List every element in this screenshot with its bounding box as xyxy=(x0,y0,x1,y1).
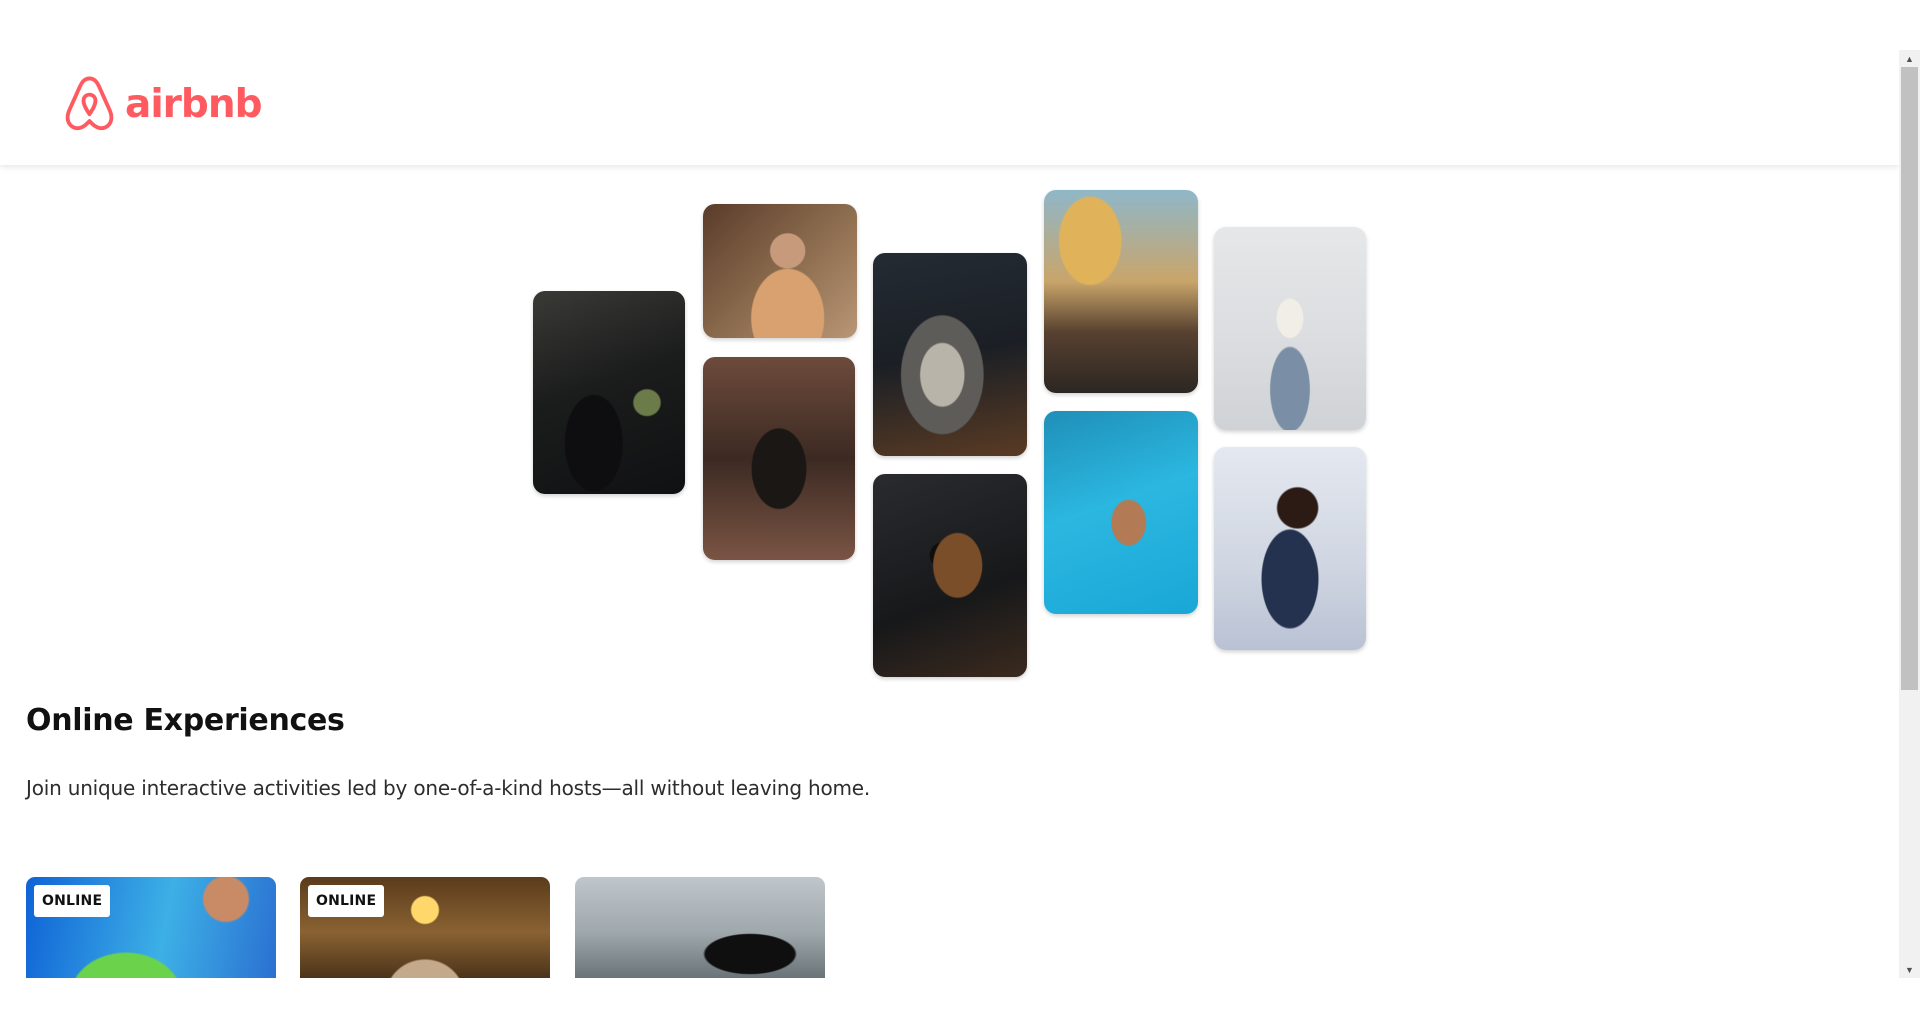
section-description: Join unique interactive activities led b… xyxy=(26,776,871,800)
scrollbar-thumb[interactable] xyxy=(1901,67,1918,690)
food-bowl-photo xyxy=(873,253,1027,456)
singer-photo xyxy=(1214,447,1366,650)
airbnb-logo-link[interactable]: airbnb xyxy=(62,75,263,133)
airbnb-belo-icon xyxy=(65,76,114,131)
experience-card[interactable] xyxy=(575,877,825,978)
section-title: Online Experiences xyxy=(26,703,345,738)
yoga-photo xyxy=(1214,227,1366,430)
cooking-photo xyxy=(533,291,685,494)
experience-card[interactable]: ONLINE xyxy=(300,877,550,978)
experience-card[interactable]: ONLINE xyxy=(26,877,276,978)
top-navbar: airbnb xyxy=(0,50,1899,165)
piano-microphone-photo xyxy=(1044,190,1198,393)
swimmer-photo xyxy=(1044,411,1198,614)
logo-wordmark: airbnb xyxy=(125,81,263,127)
online-badge: ONLINE xyxy=(34,885,111,917)
scroll-up-arrow-icon[interactable]: ▲ xyxy=(1899,50,1920,67)
browser-page: airbnb Online Experiences Join unique in… xyxy=(0,0,1920,1030)
page-viewport: airbnb Online Experiences Join unique in… xyxy=(0,50,1899,978)
dancer-doorway-photo xyxy=(703,357,855,560)
online-badge: ONLINE xyxy=(308,885,385,917)
guitar-photo xyxy=(873,474,1027,677)
vertical-scrollbar[interactable]: ▲ ▼ xyxy=(1899,50,1920,978)
host-portrait-photo xyxy=(703,204,857,338)
scroll-down-arrow-icon[interactable]: ▼ xyxy=(1899,961,1920,978)
